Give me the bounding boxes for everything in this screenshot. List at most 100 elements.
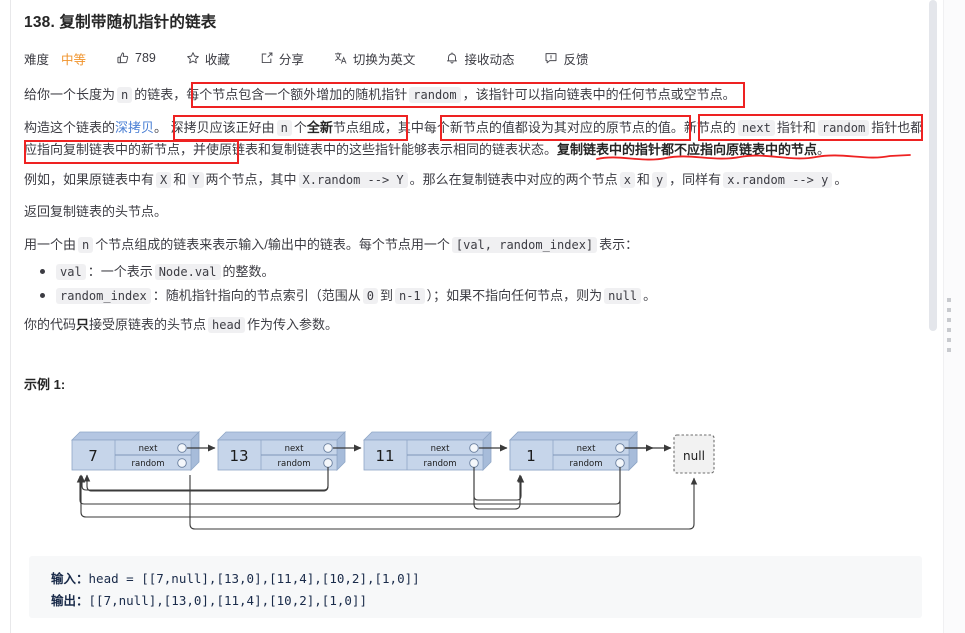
p3-text-f: ，同样有 bbox=[669, 172, 722, 187]
p1-code-n: n bbox=[117, 87, 133, 103]
p6-text-c: 作为传入参数。 bbox=[246, 317, 338, 332]
star-icon bbox=[186, 51, 200, 65]
difficulty-label: 难度 bbox=[24, 52, 50, 67]
random-arrowheads bbox=[79, 470, 86, 476]
deep-copy-link[interactable]: 深拷贝 bbox=[115, 120, 154, 135]
grip-dot bbox=[947, 298, 951, 302]
difficulty-value: 中等 bbox=[61, 52, 87, 67]
favorite-label: 收藏 bbox=[204, 52, 230, 67]
left-divider bbox=[10, 0, 11, 633]
feedback-button[interactable]: 反馈 bbox=[544, 49, 588, 68]
paragraph-representation: 用一个由 n 个节点组成的链表来表示输入/输出中的链表。每个节点用一个 [val, r… bbox=[24, 234, 924, 256]
li1-code-val: val bbox=[56, 264, 86, 280]
feedback-icon bbox=[544, 51, 558, 65]
favorite-button[interactable]: 收藏 bbox=[186, 49, 230, 68]
svg-text:random: random bbox=[570, 459, 603, 469]
grip-dot bbox=[947, 328, 951, 332]
paragraph-problem-intro: 给你一个长度为 n 的链表，每个节点包含一个额外增加的随机指针 random ，该指针可… bbox=[24, 84, 924, 106]
subscribe-label: 接收动态 bbox=[464, 52, 515, 67]
share-icon bbox=[260, 51, 274, 65]
panel-resize-handle[interactable] bbox=[947, 298, 951, 352]
li1-code-nodeval: Node.val bbox=[154, 264, 221, 280]
p5-code-n: n bbox=[78, 237, 94, 253]
io-output-line: 输出：[[7,null],[13,0],[11,4],[10,2],[1,0]] bbox=[51, 590, 900, 612]
svg-text:random: random bbox=[278, 459, 311, 469]
p3-code-xr-y: x.random --> y bbox=[723, 172, 833, 188]
node-1: 13 next random bbox=[217, 431, 346, 471]
p3-code-X: X bbox=[156, 172, 172, 188]
translate-button[interactable]: 切换为英文 bbox=[334, 49, 415, 68]
p6-text-b: 接受原链表的头节点 bbox=[89, 317, 207, 332]
field-description-list: val ：一个表示 Node.val 的整数。 random_index ：随机指针指向… bbox=[24, 260, 924, 308]
problem-toolbar: 难度 中等 789 收藏 分享 切换为英文 接收动态 反馈 bbox=[24, 43, 929, 73]
p2-text-a: 构造这个链表的 bbox=[24, 120, 116, 135]
p2-text-d: 节点组成，其中每个新节点的值都设为其对应的原节点的值。新节点的 bbox=[332, 120, 736, 135]
subscribe-button[interactable]: 接收动态 bbox=[445, 49, 514, 68]
li2-text-b: 到 bbox=[379, 288, 393, 303]
p2-code-next: next bbox=[737, 120, 775, 136]
node-2: 11 next random bbox=[363, 431, 492, 471]
p3-code-x: x bbox=[619, 172, 635, 188]
problem-page: 138. 复制带随机指针的链表 难度 中等 789 收藏 分享 切换为英文 接收… bbox=[0, 0, 965, 633]
p1-code-random: random bbox=[409, 87, 461, 103]
p6-code-head: head bbox=[208, 317, 245, 333]
p5-text-c: 表示： bbox=[599, 237, 639, 252]
node-4: 1 next random bbox=[509, 431, 638, 471]
io-input-label: 输入： bbox=[51, 572, 89, 586]
linked-list-svg: 7 next random 13 next random 11 next ran… bbox=[71, 431, 715, 530]
null-terminal: null bbox=[673, 434, 715, 474]
svg-text:next: next bbox=[139, 444, 158, 454]
paragraph-example-xy: 例如，如果原链表中有 X 和 Y 两个节点，其中 X.random --> Y 。那么在复制… bbox=[24, 169, 924, 191]
paragraph-deep-copy: 构造这个链表的深拷贝。 深拷贝应该正好由 n 个全新节点组成，其中每个新节点的值都设… bbox=[24, 117, 924, 160]
p6-text-a: 你的代码 bbox=[24, 317, 77, 332]
li2-text-a: ：随机指针指向的节点索引（范围从 bbox=[152, 288, 361, 303]
p2-text-g: 。 bbox=[817, 142, 831, 157]
random-links bbox=[77, 468, 621, 518]
p2-text-c: 个 bbox=[293, 120, 307, 135]
p3-text-b: 和 bbox=[173, 172, 187, 187]
svg-text:next: next bbox=[577, 444, 596, 454]
likes-count: 789 bbox=[135, 51, 156, 65]
random-link-10-to-11 bbox=[374, 468, 474, 486]
li2-code-null: null bbox=[604, 288, 642, 304]
bell-icon bbox=[445, 51, 459, 65]
svg-text:random: random bbox=[424, 459, 457, 469]
p1-text-c: ，该指针可以指向链表中的任何节点或空节点。 bbox=[462, 87, 736, 102]
translate-icon bbox=[334, 51, 348, 65]
p3-text-c: 两个节点，其中 bbox=[205, 172, 297, 187]
grip-dot bbox=[947, 308, 951, 312]
likes-button[interactable]: 789 bbox=[116, 51, 156, 65]
scrollbar-thumb[interactable] bbox=[929, 0, 937, 331]
node-0: 7 next random bbox=[71, 431, 200, 471]
svg-text:13: 13 bbox=[229, 447, 248, 465]
p5-code-pair: [val, random_index] bbox=[451, 237, 598, 253]
example-heading: 示例 1: bbox=[24, 377, 66, 392]
p3-code-Y: Y bbox=[188, 172, 204, 188]
thumbs-up-icon bbox=[116, 51, 130, 65]
p3-code-y: y bbox=[651, 172, 668, 188]
p5-text-b: 个节点组成的链表来表示输入/输出中的链表。每个节点用一个 bbox=[95, 237, 450, 252]
problem-content: 138. 复制带随机指针的链表 难度 中等 789 收藏 分享 切换为英文 接收… bbox=[24, 0, 929, 633]
linked-list-diagram: 7 next random 13 next random 11 next ran… bbox=[42, 418, 732, 538]
p2-bold-brandnew: 全新 bbox=[306, 120, 333, 135]
li2-code-zero: 0 bbox=[362, 288, 378, 304]
li2-code-n-1: n-1 bbox=[394, 288, 425, 304]
io-input-line: 输入：head = [[7,null],[13,0],[11,4],[10,2]… bbox=[51, 568, 900, 590]
grip-dot bbox=[947, 348, 951, 352]
p3-code-x-random: X.random --> Y bbox=[298, 172, 408, 188]
svg-text:null: null bbox=[683, 449, 705, 463]
feedback-label: 反馈 bbox=[563, 52, 589, 67]
p2-text-e: 指针和 bbox=[776, 120, 816, 135]
io-input-value: head = [[7,null],[13,0],[11,4],[10,2],[1… bbox=[88, 571, 420, 586]
p3-text-e: 和 bbox=[636, 172, 650, 187]
page-title: 138. 复制带随机指针的链表 bbox=[24, 14, 217, 31]
li1-text-b: 的整数。 bbox=[222, 264, 275, 279]
io-output-label: 输出： bbox=[51, 594, 89, 608]
p3-text-a: 例如，如果原链表中有 bbox=[24, 172, 155, 187]
share-button[interactable]: 分享 bbox=[260, 49, 304, 68]
svg-text:1: 1 bbox=[526, 447, 536, 465]
svg-text:random: random bbox=[132, 459, 165, 469]
p2-code-n: n bbox=[276, 120, 292, 136]
difficulty-indicator: 难度 中等 bbox=[24, 49, 86, 68]
p2-text-b: 。 深拷贝应该正好由 bbox=[154, 120, 275, 135]
